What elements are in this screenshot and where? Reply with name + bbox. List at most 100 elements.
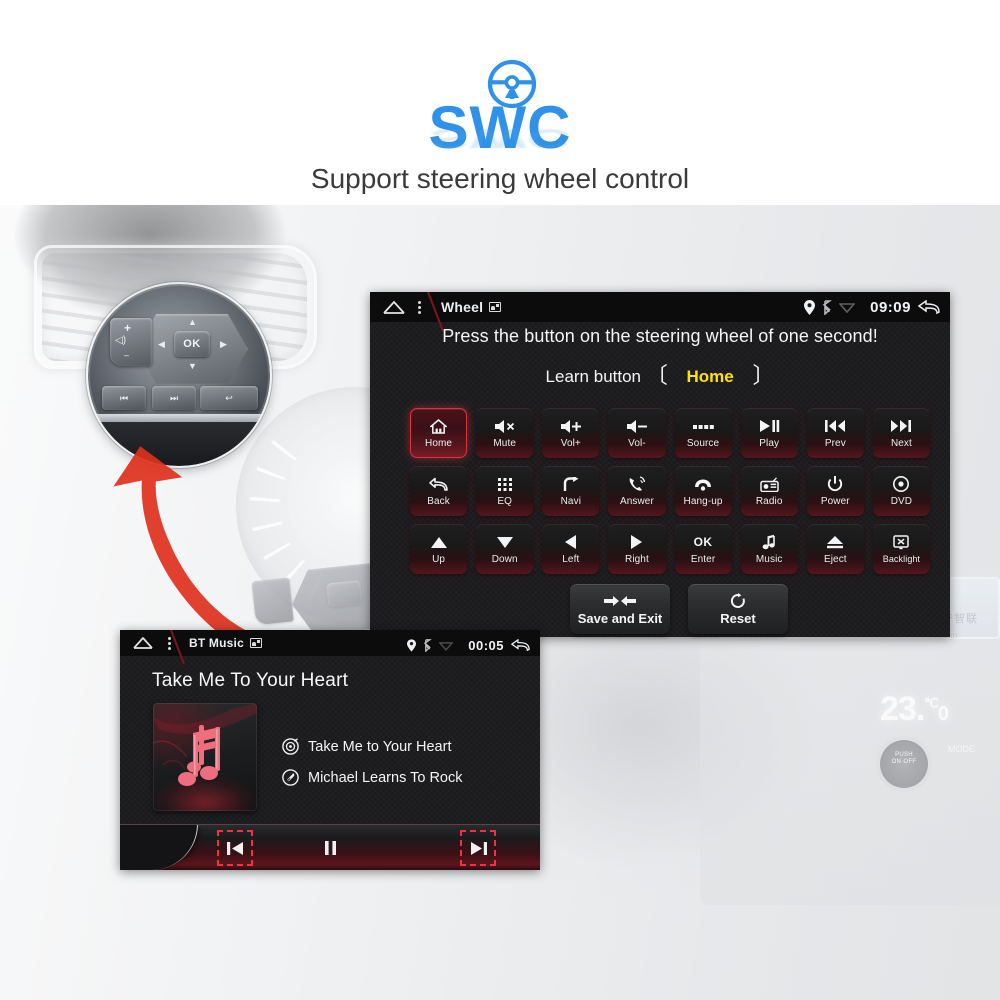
disc-icon xyxy=(893,476,910,493)
swc-button-label: Vol- xyxy=(628,437,646,449)
swc-button-label: Up xyxy=(432,553,446,565)
pause-button[interactable] xyxy=(312,830,348,866)
swc-button-eq[interactable]: EQ xyxy=(476,466,534,516)
swc-button-down[interactable]: Down xyxy=(476,524,534,574)
swc-button-music[interactable]: Music xyxy=(740,524,798,574)
bluetooth-icon xyxy=(822,299,833,315)
home-outline-icon[interactable] xyxy=(382,300,406,314)
left-arrow-closeup: ◀ xyxy=(158,339,165,349)
climate-temperature-display: 23.℃0 xyxy=(880,690,949,728)
reset-button[interactable]: Reset xyxy=(688,584,788,634)
volume-up-icon xyxy=(560,418,582,435)
right-arrow-closeup: ▶ xyxy=(220,339,227,349)
eject-icon xyxy=(826,534,844,551)
climate-knob-label: PUSH ON·OFF xyxy=(891,752,917,765)
swc-button-prev[interactable]: Prev xyxy=(806,408,864,458)
bt-music-screen: BT Music 00:05 Take Me To Your Heart Tak… xyxy=(120,630,540,870)
next-track-button[interactable] xyxy=(460,830,496,866)
phone-hangup-icon xyxy=(693,476,713,493)
location-pin-icon xyxy=(804,299,816,315)
more-vertical-icon[interactable] xyxy=(418,300,421,314)
album-art xyxy=(153,703,257,811)
swc-button-radio[interactable]: Radio xyxy=(740,466,798,516)
playback-control-bar xyxy=(120,824,540,870)
reset-circular-icon xyxy=(730,592,746,609)
swc-button-up[interactable]: Up xyxy=(410,524,468,574)
statusbar-indicators: 09:09 xyxy=(804,292,940,322)
swc-button-dvd[interactable]: DVD xyxy=(872,466,930,516)
back-arrow-icon[interactable] xyxy=(918,299,940,315)
swc-button-label: Eject xyxy=(823,553,847,565)
track-row: Take Me to Your Heart xyxy=(282,738,462,755)
swc-button-label: Home xyxy=(425,437,453,449)
swc-button-enter[interactable]: OK Enter xyxy=(674,524,732,574)
home-outline-icon[interactable] xyxy=(132,636,156,650)
swc-button-label: Hang-up xyxy=(683,495,723,507)
arrow-up-icon xyxy=(430,534,448,551)
swc-button-label: Right xyxy=(625,553,649,565)
learn-button-row: Learn button 〔 Home 〕 xyxy=(370,358,950,390)
swc-button-label: Power xyxy=(820,495,850,507)
swc-button-mute[interactable]: Mute xyxy=(476,408,534,458)
swc-button-label: Back xyxy=(427,495,450,507)
chrome-trim-closeup xyxy=(88,414,270,422)
swc-button-back[interactable]: Back xyxy=(410,466,468,516)
action-button-label: Save and Exit xyxy=(577,610,663,626)
ok-text-icon: OK xyxy=(693,535,713,549)
artist-name: Michael Learns To Rock xyxy=(308,769,463,786)
swc-button-label: Next xyxy=(890,437,912,449)
swc-button-play[interactable]: Play xyxy=(740,408,798,458)
swc-button-grid: Home Mute Vol+ Vol- Source Play Prev Next Back EQ… xyxy=(410,408,930,574)
swc-button-eject[interactable]: Eject xyxy=(806,524,864,574)
previous-track-button[interactable] xyxy=(217,830,253,866)
swc-button-label: Down xyxy=(491,553,518,565)
arrow-left-icon xyxy=(564,534,577,551)
swc-button-left[interactable]: Left xyxy=(542,524,600,574)
swc-button-source[interactable]: Source xyxy=(674,408,732,458)
location-pin-icon xyxy=(407,638,417,652)
instruction-prompt: Press the button on the steering wheel o… xyxy=(442,326,878,346)
wifi-icon xyxy=(839,301,856,313)
screen-title-text: Wheel xyxy=(441,299,484,315)
page-subtitle: Support steering wheel control xyxy=(310,163,690,194)
save-and-exit-button[interactable]: Save and Exit xyxy=(570,584,670,634)
swc-button-label: Enter xyxy=(690,553,716,565)
swc-button-vol-[interactable]: Vol- xyxy=(608,408,666,458)
swc-button-label: Source xyxy=(686,437,720,449)
mute-icon xyxy=(494,418,516,435)
swc-button-label: Backlight xyxy=(882,554,921,564)
swc-button-right[interactable]: Right xyxy=(608,524,666,574)
image-icon xyxy=(489,302,502,312)
steering-wheel-closeup-inset: OK ▲ ▼ ◀ ▶ + ◁) – ⏮ ⏭ ↩ xyxy=(88,284,270,466)
artist-row: Michael Learns To Rock xyxy=(282,769,462,786)
screen-title: Wheel xyxy=(441,299,502,315)
swc-button-answer[interactable]: Answer xyxy=(608,466,666,516)
statusbar-indicators: 00:05 xyxy=(407,630,530,660)
swc-button-label: Radio xyxy=(755,495,783,507)
screen-title-text: BT Music xyxy=(189,636,244,650)
prev-button-closeup: ⏮ xyxy=(102,386,146,410)
track-metadata: Take Me to Your Heart Michael Learns To … xyxy=(282,738,462,786)
next-button-closeup: ⏭ xyxy=(152,386,196,410)
phone-answer-icon xyxy=(628,476,646,493)
power-icon xyxy=(827,476,843,493)
swc-button-power[interactable]: Power xyxy=(806,466,864,516)
home-icon xyxy=(430,418,448,435)
swc-button-next[interactable]: Next xyxy=(872,408,930,458)
arrow-down-icon xyxy=(496,534,514,551)
page-title: SWC xyxy=(428,94,572,161)
swc-button-label: Answer xyxy=(619,495,654,507)
back-arrow-icon[interactable] xyxy=(511,638,530,652)
swc-button-backlight[interactable]: Backlight xyxy=(872,524,930,574)
bracket-open: 〔 xyxy=(645,363,668,388)
more-vertical-icon[interactable] xyxy=(168,636,171,650)
swc-button-label: Navi xyxy=(560,495,582,507)
backlight-icon xyxy=(893,534,910,551)
swc-button-navi[interactable]: Navi xyxy=(542,466,600,516)
bluetooth-icon xyxy=(423,638,433,652)
swc-button-vol-[interactable]: Vol+ xyxy=(542,408,600,458)
swc-button-hang-up[interactable]: Hang-up xyxy=(674,466,732,516)
radio-icon xyxy=(759,476,779,493)
swc-button-home[interactable]: Home xyxy=(410,408,468,458)
swc-button-label: Prev xyxy=(824,437,846,449)
